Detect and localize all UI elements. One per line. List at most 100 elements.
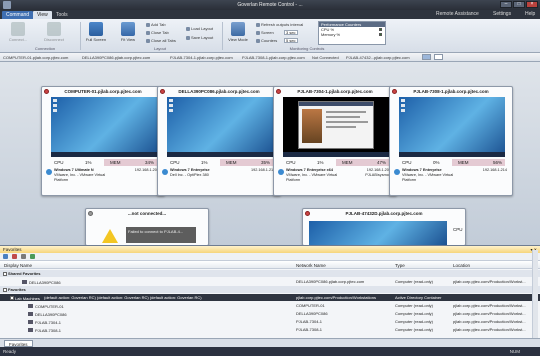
row-network-name: PJLAB-7308-1 — [296, 327, 323, 332]
row-network-name: COMPUTER-01 — [296, 303, 325, 308]
tree-group-row[interactable]: Favorites — [0, 286, 540, 293]
refresh-favorites-icon[interactable] — [30, 254, 35, 259]
row-display-name: DELLA390PC086 — [35, 312, 67, 317]
window-title: Goverlan Remote Control - ... — [237, 2, 303, 8]
col-display-name[interactable]: Display Name — [4, 263, 32, 268]
conn-tab-not-connected[interactable]: Not Connected — [312, 55, 339, 60]
group-monitoring-controls: Monitoring Controls — [289, 46, 325, 51]
view-list-button[interactable] — [434, 54, 443, 60]
ribbon: Connect... Disconnect Connection Full Sc… — [0, 19, 540, 53]
group-name: Favorites — [8, 287, 26, 292]
close-card-icon[interactable] — [276, 89, 281, 94]
view-grid-button[interactable] — [422, 54, 431, 60]
mem-label: MEM — [458, 160, 469, 165]
cpu-value: 1% — [201, 160, 208, 165]
ip-address: 192.168.1.214 — [482, 168, 507, 172]
tab-view[interactable]: View — [33, 11, 52, 19]
not-connected-card[interactable]: ...not connected... Failed to connect to… — [85, 208, 209, 246]
perf-cpu-checkbox[interactable] — [379, 28, 382, 31]
close-card-icon[interactable] — [44, 89, 49, 94]
remote-screen-thumbnail[interactable] — [309, 221, 447, 247]
group-layout: Layout — [153, 46, 166, 51]
minimize-button[interactable]: – — [500, 1, 512, 8]
machine-card[interactable]: PJLAB-7308-1.pjlab.corp.pjtec.com CPU 0% M… — [389, 86, 513, 196]
cpu-label: CPU — [54, 160, 64, 165]
load-layout-button[interactable]: Load Layout — [186, 26, 213, 31]
cpu-label: CPU — [402, 160, 412, 165]
table-row[interactable]: DELLA390PC086 DELLA390PC086.pjlab.corp.pj… — [0, 278, 540, 285]
conn-tab-pjlab-7308-1[interactable]: PJLAB-7308-1.pjlab.corp.pjtec.com — [242, 55, 305, 60]
machine-card[interactable]: PJLAB-7304-1.pjlab.corp.pjtec.com CPU 1% M… — [273, 86, 397, 196]
col-location[interactable]: Location — [453, 263, 470, 268]
table-row[interactable]: DELLA390PC086 DELLA390PC086 Computer (read… — [0, 310, 540, 317]
title-bar: Goverlan Remote Control - ... – □ × — [0, 0, 540, 10]
table-row[interactable]: COMPUTER-01 COMPUTER-01 Computer (read-onl… — [0, 302, 540, 309]
close-card-icon[interactable] — [392, 89, 397, 94]
close-tab-button[interactable]: Close Tab — [146, 30, 169, 35]
edit-favorite-icon[interactable] — [21, 254, 26, 259]
screen-label: Screen — [256, 30, 274, 35]
os-icon — [46, 169, 52, 175]
machine-card[interactable]: COMPUTER-01.pjlab.corp.pjtec.com CPU 1% ME… — [41, 86, 165, 196]
close-all-tabs-button[interactable]: Close all Tabs — [146, 38, 176, 43]
connection-tabs-bar: COMPUTER-01.pjlab.corp.pjtec.com DELLA39… — [0, 53, 540, 62]
add-tab-button[interactable]: Add Tab — [146, 22, 166, 27]
row-type: Computer (read-only) — [395, 319, 434, 324]
disconnect-button[interactable]: Disconnect — [42, 22, 66, 42]
help-link[interactable]: Help — [525, 11, 535, 17]
ip-address: 192.168.1.207 — [134, 168, 159, 172]
delete-favorite-icon[interactable] — [12, 254, 17, 259]
close-card-icon[interactable] — [88, 211, 93, 216]
save-layout-button[interactable]: Save Layout — [186, 35, 213, 40]
add-tab-icon — [146, 22, 150, 27]
conn-tab-della390pc086[interactable]: DELLA390PC086.pjlab.corp.pjtec.com — [82, 55, 150, 60]
os-icon — [162, 169, 168, 175]
row-type: Computer (read-only) — [395, 279, 434, 284]
col-type[interactable]: Type — [395, 263, 405, 268]
fit-view-button[interactable]: Fit View — [116, 22, 140, 42]
remote-screen-thumbnail[interactable] — [399, 97, 505, 157]
close-tab-icon — [146, 30, 150, 35]
row-type: Computer (read-only) — [395, 327, 434, 332]
counters-interval-spinner[interactable]: 5 sec — [284, 38, 298, 43]
close-card-icon[interactable] — [160, 89, 165, 94]
favorites-scrollbar[interactable] — [532, 250, 538, 340]
connect-button[interactable]: Connect... — [6, 22, 30, 42]
monitoring-canvas: COMPUTER-01.pjlab.corp.pjtec.com CPU 1% ME… — [0, 62, 540, 247]
close-button[interactable]: × — [526, 1, 538, 8]
table-row-selected[interactable]: Lab Machines (default action: Goverlan RC… — [0, 294, 540, 301]
perf-memory-checkbox[interactable] — [379, 33, 382, 36]
row-display-name: DELLA390PC086 — [29, 280, 61, 285]
conn-tab-pjlab-7304-1[interactable]: PJLAB-7304-1.pjlab.corp.pjtec.com — [170, 55, 233, 60]
table-row[interactable]: PJLAB-7308-1 PJLAB-7308-1 Computer (read-o… — [0, 326, 540, 333]
perf-counter-memory[interactable]: Memory % — [319, 32, 385, 37]
close-tab-label: Close Tab — [151, 30, 169, 35]
table-row[interactable]: PJLAB-7304-1 PJLAB-7304-1 Computer (read-o… — [0, 318, 540, 325]
status-bar: Ready NUM — [0, 347, 540, 356]
remote-screen-thumbnail[interactable] — [283, 97, 389, 157]
group-connection: Connection — [34, 46, 56, 51]
machine-card[interactable]: DELLA390PC086.pjlab.corp.pjtec.com CPU 1%… — [157, 86, 281, 196]
tab-favorites[interactable]: Favorites — [4, 340, 33, 347]
row-network-name: PJLAB-7304-1 — [296, 319, 323, 324]
mem-value: 34% — [144, 160, 154, 165]
not-connected-title: ...not connected... — [127, 211, 167, 216]
maximize-button[interactable]: □ — [513, 1, 525, 8]
full-screen-button[interactable]: Full Screen — [84, 22, 108, 42]
tab-command[interactable]: Command — [2, 11, 34, 19]
col-network-name[interactable]: Network Name — [296, 263, 326, 268]
conn-tab-computer-01[interactable]: COMPUTER-01.pjlab.corp.pjtec.com — [3, 55, 68, 60]
view-mode-button[interactable]: View Mode — [226, 22, 250, 42]
add-favorite-icon[interactable] — [3, 254, 8, 259]
remote-screen-thumbnail[interactable] — [51, 97, 157, 157]
close-card-icon[interactable] — [305, 211, 310, 216]
machine-card[interactable]: PJLAB-47432D.pjlab.corp.pjtec.com CPU — [302, 208, 466, 247]
remote-assistance-link[interactable]: Remote Assistance — [436, 11, 479, 17]
conn-tab-pjlab-47432[interactable]: PJLAB-47432...pjlab.corp.pjtec.com — [346, 55, 410, 60]
tab-tools[interactable]: Tools — [52, 11, 72, 19]
remote-screen-thumbnail[interactable] — [167, 97, 273, 157]
mem-value: 56% — [492, 160, 502, 165]
screen-interval-spinner[interactable]: 3 sec — [284, 30, 298, 35]
settings-link[interactable]: Settings — [493, 11, 511, 17]
tree-group-row[interactable]: Shared Favorites — [0, 270, 540, 277]
